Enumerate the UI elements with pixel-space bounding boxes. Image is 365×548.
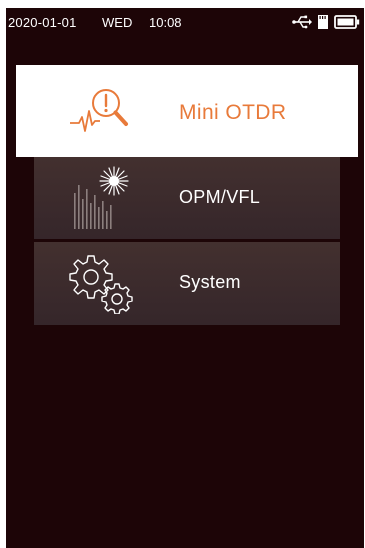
- status-day: WED: [102, 15, 133, 30]
- menu-item-opm-vfl[interactable]: OPM/VFL: [34, 157, 340, 241]
- menu-item-label: Mini OTDR: [179, 101, 287, 124]
- status-icons: [292, 12, 360, 32]
- usb-icon: [292, 15, 312, 29]
- menu-item-label: OPM/VFL: [179, 187, 261, 207]
- gears-icon: [69, 255, 133, 314]
- status-time: 10:08: [149, 15, 182, 30]
- battery-icon: [334, 15, 360, 29]
- otdr-search-icon: [70, 89, 128, 132]
- device-screen: 2020-01-01 WED 10:08 Mini OTDR OPM/VFL S…: [6, 8, 364, 548]
- opm-vfl-icon: [74, 166, 129, 229]
- status-date: 2020-01-01: [8, 15, 77, 30]
- menu-item-system[interactable]: System: [34, 242, 340, 325]
- menu-item-mini-otdr[interactable]: Mini OTDR: [16, 65, 358, 157]
- sd-card-icon: [318, 15, 328, 29]
- status-bar: 2020-01-01 WED 10:08: [6, 8, 364, 36]
- menu-item-label: System: [179, 272, 241, 292]
